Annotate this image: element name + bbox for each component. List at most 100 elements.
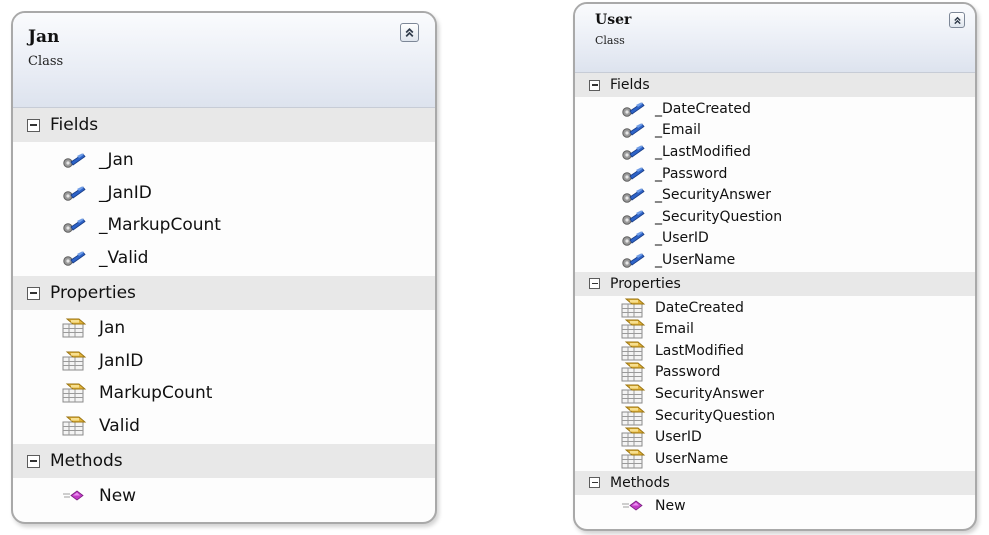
member-fields-item[interactable]: _UserName [575,249,975,271]
member-fields-item[interactable]: _LastModified [575,141,975,163]
collapse-minus-icon[interactable] [589,477,600,488]
member-label: Jan [99,318,126,339]
member-properties-item[interactable]: Password [575,362,975,384]
class-stereotype: Class [595,34,625,47]
member-label: _SecurityAnswer [655,187,772,204]
field-icon [619,208,647,226]
member-label: SecurityQuestion [655,407,776,424]
methods-list: New [575,495,975,519]
member-properties-item[interactable]: Jan [13,312,435,345]
member-methods-item[interactable]: New [575,496,975,518]
collapse-minus-icon[interactable] [27,118,40,132]
member-label: _LastModified [655,143,751,160]
section-title: Properties [50,283,136,303]
field-icon [57,216,91,234]
member-fields-item[interactable]: _Jan [13,144,435,177]
member-properties-item[interactable]: Email [575,318,975,340]
property-icon [619,362,647,382]
field-icon [619,121,647,139]
property-icon [619,406,647,426]
member-properties-item[interactable]: UserName [575,448,975,470]
member-fields-item[interactable]: _Valid [13,242,435,275]
property-icon [619,341,647,361]
member-properties-item[interactable]: LastModified [575,340,975,362]
collapse-minus-icon[interactable] [27,454,40,468]
property-icon [619,298,647,318]
collapse-button[interactable] [949,12,965,28]
member-properties-item[interactable]: MarkupCount [13,377,435,410]
section-title: Methods [610,474,670,491]
member-label: _Jan [99,150,134,171]
section-header-fields[interactable]: Fields [13,108,435,142]
section-header-properties[interactable]: Properties [575,271,975,296]
field-icon [619,143,647,161]
class-box-user[interactable]: User Class Fields _DateCreated _Email _Last… [573,2,977,531]
collapse-minus-icon[interactable] [589,79,600,91]
member-label: Valid [99,415,140,436]
member-label: New [99,486,137,507]
member-label: Email [655,321,694,338]
member-label: New [655,498,686,515]
section-header-properties[interactable]: Properties [13,276,435,310]
property-icon [57,416,91,436]
field-icon [619,100,647,118]
member-properties-item[interactable]: UserID [575,426,975,448]
member-label: UserName [655,450,729,467]
collapse-minus-icon[interactable] [27,286,40,300]
member-label: _SecurityQuestion [655,208,783,225]
field-icon [57,249,91,267]
member-label: _UserName [655,251,736,268]
fields-list: _DateCreated _Email _LastModified _Password… [575,97,975,272]
properties-list: Jan JanID MarkupCount Valid [13,310,435,444]
member-label: UserID [655,429,702,446]
member-properties-item[interactable]: SecurityAnswer [575,383,975,405]
properties-list: DateCreated Email LastModified Password Secu… [575,296,975,471]
field-icon [57,184,91,202]
member-fields-item[interactable]: _DateCreated [575,98,975,120]
class-sections: Fields _Jan _JanID _MarkupCount _Valid Proper… [13,108,435,515]
section-header-methods[interactable]: Methods [575,470,975,495]
class-name: User [595,12,632,28]
member-properties-item[interactable]: Valid [13,410,435,443]
member-properties-item[interactable]: DateCreated [575,297,975,319]
member-fields-item[interactable]: _SecurityAnswer [575,184,975,206]
field-icon [619,229,647,247]
member-label: _Password [655,165,728,182]
member-label: _DateCreated [655,100,751,117]
double-chevron-up-icon [953,16,962,25]
class-sections: Fields _DateCreated _Email _LastModified _Pa… [575,73,975,518]
member-properties-item[interactable]: SecurityQuestion [575,405,975,427]
member-fields-item[interactable]: _SecurityQuestion [575,206,975,228]
class-header: User Class [575,4,975,73]
class-name: Jan [28,27,60,47]
collapse-button[interactable] [400,23,419,42]
member-label: _Email [655,122,701,139]
member-label: DateCreated [655,299,744,316]
field-icon [619,186,647,204]
member-fields-item[interactable]: _MarkupCount [13,209,435,242]
member-label: _UserID [655,230,709,247]
methods-list: New [13,478,435,515]
section-header-fields[interactable]: Fields [575,73,975,97]
member-fields-item[interactable]: _Email [575,120,975,142]
fields-list: _Jan _JanID _MarkupCount _Valid [13,142,435,276]
section-header-methods[interactable]: Methods [13,444,435,478]
member-fields-item[interactable]: _Password [575,163,975,185]
member-label: _Valid [99,247,149,268]
member-label: SecurityAnswer [655,385,765,402]
property-icon [619,449,647,469]
class-box-jan[interactable]: Jan Class Fields _Jan _JanID _MarkupCount _V… [11,11,437,524]
member-label: _MarkupCount [99,215,221,236]
property-icon [619,319,647,339]
member-label: MarkupCount [99,383,213,404]
member-properties-item[interactable]: JanID [13,345,435,378]
section-title: Properties [610,275,681,292]
member-methods-item[interactable]: New [13,480,435,513]
field-icon [57,151,91,169]
member-fields-item[interactable]: _JanID [13,177,435,210]
field-icon [619,251,647,269]
method-icon [619,497,647,515]
member-fields-item[interactable]: _UserID [575,228,975,250]
collapse-minus-icon[interactable] [589,278,600,290]
section-title: Methods [50,451,123,471]
